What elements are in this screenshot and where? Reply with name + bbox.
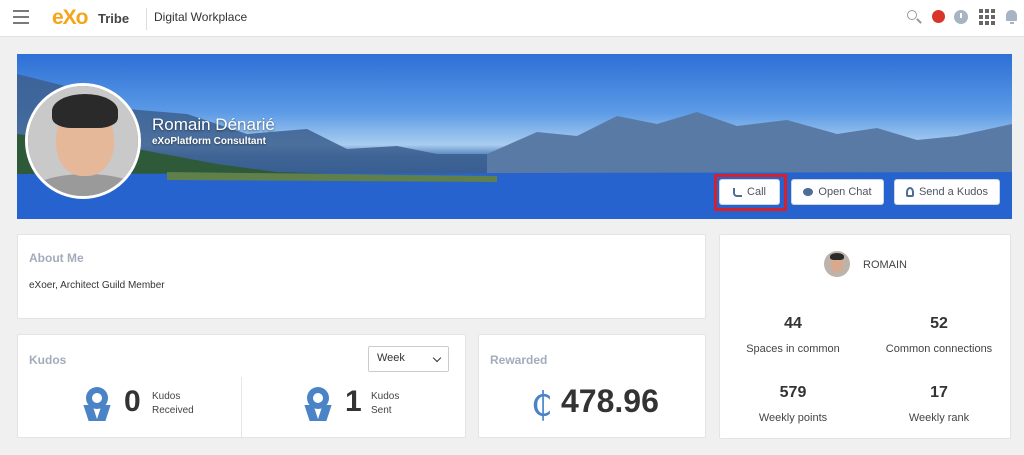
chevron-down-icon (432, 353, 442, 363)
exo-logo[interactable]: eXo (52, 6, 89, 30)
kudos-received-label-line2: Received (152, 405, 194, 416)
kudos-sent-count[interactable]: 1 (345, 385, 362, 419)
kudos-received-count[interactable]: 0 (124, 385, 141, 419)
kudos-received-label: Kudos Received (152, 390, 194, 418)
kudos-icon (905, 187, 914, 197)
profile-avatar[interactable] (25, 83, 141, 199)
send-kudos-label: Send a Kudos (918, 186, 989, 198)
send-kudos-button[interactable]: Send a Kudos (894, 179, 1000, 205)
kudos-sent-medal-icon (303, 387, 333, 423)
open-chat-button[interactable]: Open Chat (791, 179, 884, 205)
common-connections-label: Common connections (885, 343, 993, 355)
kudos-title: Kudos (29, 353, 67, 367)
kudos-sent-label-line1: Kudos (371, 391, 400, 402)
stats-card: ROMAIN 44 Spaces in common 52 Common con… (719, 234, 1011, 439)
clock-icon[interactable] (953, 9, 969, 25)
period-select[interactable]: Week (368, 346, 449, 372)
weekly-rank-label: Weekly rank (908, 412, 970, 424)
kudos-divider (241, 377, 242, 439)
user-avatar[interactable] (824, 251, 850, 277)
rewarded-card: Rewarded ₵ 478.96 (478, 334, 706, 438)
open-chat-label: Open Chat (818, 186, 872, 198)
search-icon[interactable] (906, 9, 922, 25)
hamburger-menu-icon[interactable] (13, 10, 29, 24)
kudos-card: Kudos Week 0 Kudos Received 1 Kudos Sent (17, 334, 466, 439)
chat-notification-icon[interactable] (930, 9, 946, 25)
apps-grid-icon[interactable] (979, 9, 995, 25)
profile-role: eXoPlatform Consultant (152, 136, 266, 147)
currency-icon: ₵ (531, 385, 553, 425)
rewarded-title: Rewarded (490, 353, 548, 367)
rewarded-value[interactable]: 478.96 (561, 383, 659, 420)
topbar-separator (146, 8, 147, 30)
weekly-points-label: Weekly points (758, 412, 828, 424)
weekly-rank-value[interactable]: 17 (866, 384, 1012, 402)
top-bar: eXo Tribe Digital Workplace (0, 0, 1024, 37)
profile-name: Romain Dénarié (152, 115, 275, 134)
stats-user-name: ROMAIN (863, 259, 907, 271)
period-select-value: Week (377, 352, 405, 364)
kudos-sent-label-line2: Sent (371, 405, 392, 416)
kudos-received-medal-icon (82, 387, 112, 423)
about-me-title: About Me (29, 251, 84, 265)
bell-icon[interactable] (1004, 9, 1020, 25)
common-connections-value[interactable]: 52 (866, 315, 1012, 333)
chat-bubble-icon (803, 188, 814, 196)
spaces-in-common-label: Spaces in common (746, 343, 840, 355)
site-name[interactable]: Digital Workplace (154, 10, 247, 24)
company-name: Tribe (98, 11, 130, 26)
kudos-received-label-line1: Kudos (152, 391, 181, 402)
about-me-text: eXoer, Architect Guild Member (29, 280, 165, 291)
kudos-sent-label: Kudos Sent (371, 390, 399, 418)
call-button-highlight (714, 174, 787, 211)
about-me-card: About Me eXoer, Architect Guild Member (17, 234, 706, 319)
spaces-in-common-value[interactable]: 44 (720, 315, 866, 333)
weekly-points-value[interactable]: 579 (720, 384, 866, 402)
